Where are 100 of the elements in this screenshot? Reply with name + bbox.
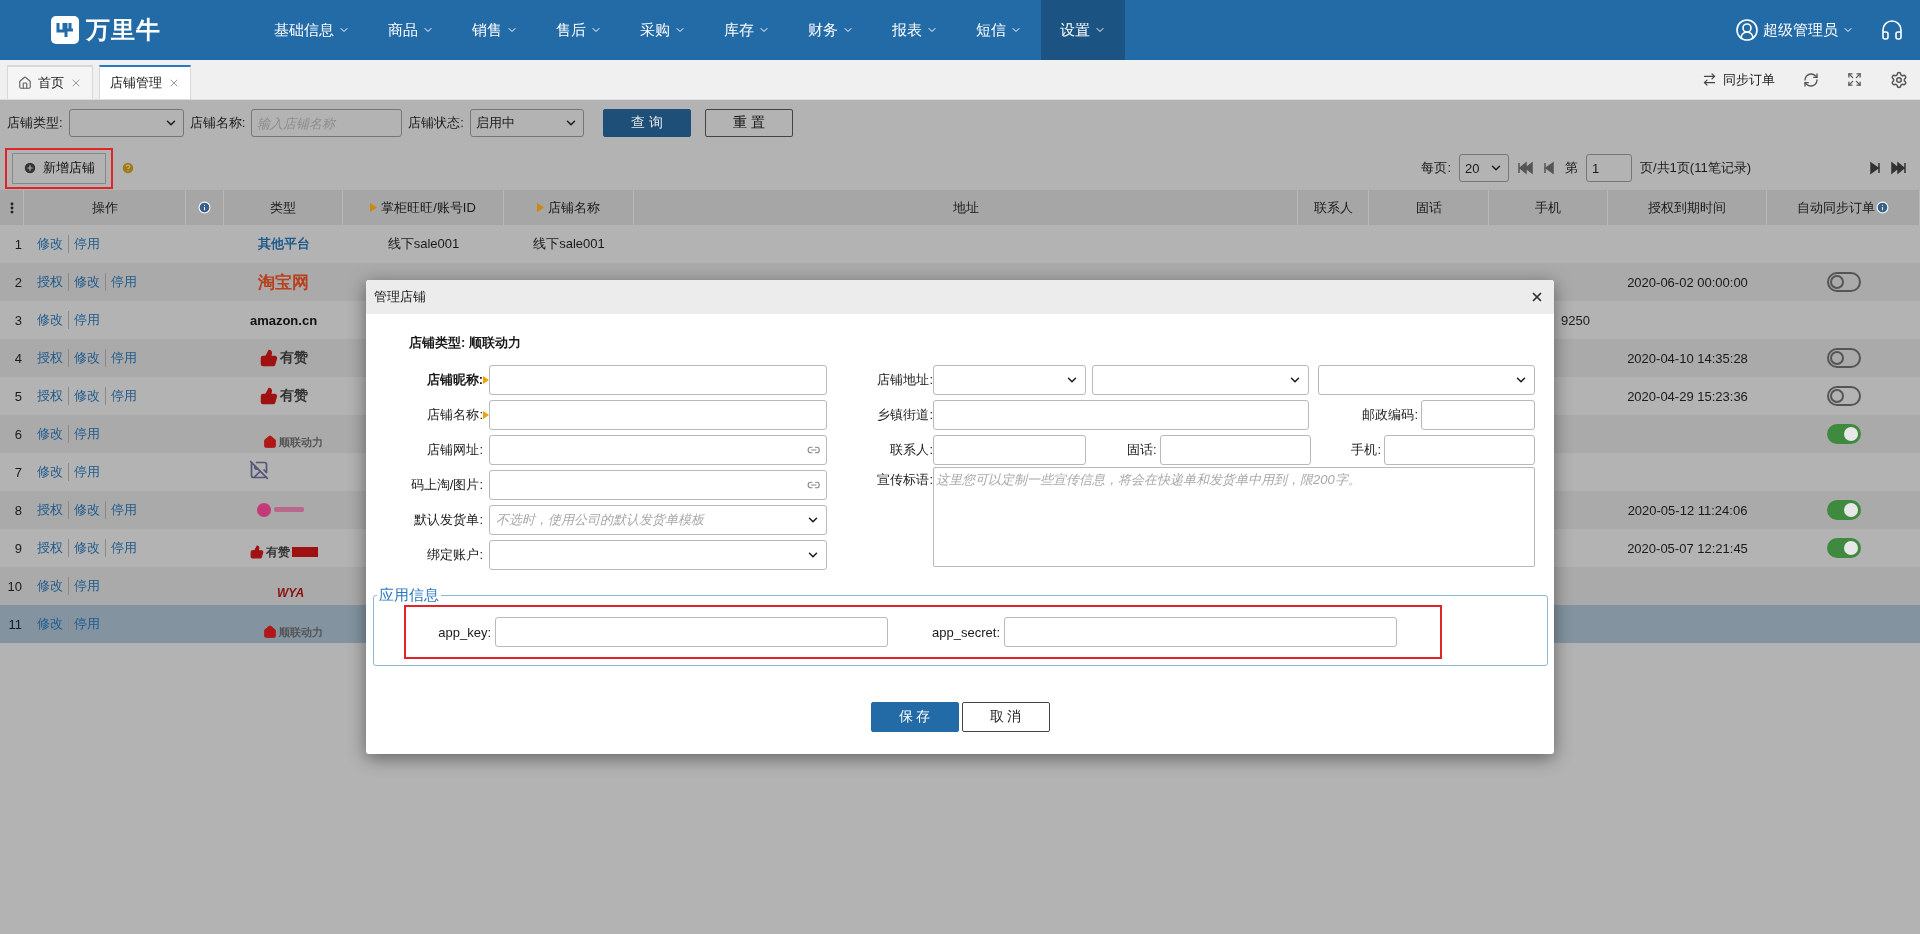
nav-menu-item[interactable]: 售后 <box>537 0 621 60</box>
input-field[interactable] <box>933 399 1309 430</box>
nav-menu-item[interactable]: 短信 <box>957 0 1041 60</box>
input-field[interactable] <box>933 434 1086 465</box>
input-field[interactable] <box>489 434 827 465</box>
column-header[interactable]: 类型 <box>270 198 296 217</box>
input-field[interactable] <box>489 399 827 430</box>
input-field[interactable] <box>1159 434 1311 465</box>
sort-marker-icon <box>370 203 378 212</box>
action-link[interactable]: 修改 <box>68 349 105 367</box>
platform-logo: 顺联动力 <box>278 434 323 450</box>
info-icon[interactable] <box>198 201 211 214</box>
action-link[interactable]: 修改 <box>32 577 68 595</box>
nav-menu-item[interactable]: 采购 <box>621 0 705 60</box>
nav-menu-item[interactable]: 财务 <box>789 0 873 60</box>
dropdown[interactable]: 20 <box>1459 154 1509 182</box>
pager-label: 每页: <box>1421 159 1451 177</box>
dropdown[interactable] <box>933 364 1086 395</box>
toggle-switch[interactable] <box>1826 500 1861 520</box>
action-link[interactable]: 修改 <box>32 311 68 329</box>
column-header[interactable]: 授权到期时间 <box>1648 198 1726 217</box>
action-link[interactable]: 修改 <box>68 387 105 405</box>
user-menu[interactable]: 超级管理员 <box>1735 18 1854 42</box>
action-link[interactable]: 停用 <box>68 425 105 443</box>
action-link[interactable]: 修改 <box>68 539 105 557</box>
dropdown[interactable]: 启用中 <box>469 109 584 137</box>
action-link[interactable]: 授权 <box>32 387 68 405</box>
action-link[interactable]: 停用 <box>105 501 142 519</box>
action-link[interactable]: 授权 <box>32 273 68 291</box>
headset-icon[interactable] <box>1880 18 1904 42</box>
column-header[interactable]: 手机 <box>1535 198 1561 217</box>
group-legend: 应用信息 <box>377 586 441 605</box>
action-link[interactable]: 修改 <box>68 273 105 291</box>
toggle-switch[interactable] <box>1826 424 1861 444</box>
input-field[interactable] <box>495 617 888 647</box>
input-field[interactable] <box>489 364 827 395</box>
action-link[interactable]: 修改 <box>32 463 68 481</box>
dropdown[interactable] <box>68 109 184 137</box>
action-link[interactable]: 停用 <box>105 273 142 291</box>
sync-orders-button[interactable]: 同步订单 <box>1702 70 1775 89</box>
action-link[interactable]: 停用 <box>105 387 142 405</box>
reset-button[interactable]: 重 置 <box>704 109 793 137</box>
table-cell: 2020-04-29 15:23:36 <box>1627 388 1748 404</box>
action-link[interactable]: 授权 <box>32 501 68 519</box>
refresh-icon[interactable] <box>1803 71 1819 88</box>
input-field[interactable] <box>489 469 827 500</box>
query-button[interactable]: 查 询 <box>602 109 691 137</box>
action-link[interactable]: 停用 <box>105 349 142 367</box>
field-label: 店铺网址: <box>426 440 483 459</box>
column-header[interactable]: 固话 <box>1415 198 1442 217</box>
nav-menu-item[interactable]: 报表 <box>873 0 957 60</box>
column-header[interactable]: 自动同步订单 <box>1797 198 1875 217</box>
toggle-switch[interactable] <box>1826 348 1861 368</box>
next-page-icon[interactable] <box>1867 160 1883 176</box>
action-link[interactable]: 停用 <box>68 463 105 481</box>
cancel-button[interactable]: 取 消 <box>961 702 1050 732</box>
nav-menu-item[interactable]: 设置 <box>1041 0 1125 60</box>
dropdown[interactable] <box>489 539 827 570</box>
action-link[interactable]: 停用 <box>68 577 105 595</box>
info-icon[interactable] <box>1876 201 1889 214</box>
sort-marker-icon <box>537 203 544 212</box>
action-link[interactable]: 修改 <box>68 501 105 519</box>
page-tab[interactable]: 首页 <box>7 65 93 99</box>
action-link[interactable]: 授权 <box>32 349 68 367</box>
table-cell: 2020-05-12 11:24:06 <box>1627 502 1748 518</box>
action-link[interactable]: 修改 <box>32 235 68 253</box>
last-page-icon[interactable] <box>1891 160 1907 176</box>
column-header[interactable]: 地址 <box>952 198 979 217</box>
page-tab[interactable]: 店铺管理 <box>99 65 191 99</box>
platform-logo: 有赞 <box>279 349 308 367</box>
action-link[interactable]: 修改 <box>32 425 68 443</box>
first-page-icon[interactable] <box>1517 160 1533 176</box>
help-icon[interactable] <box>121 161 135 175</box>
action-link[interactable]: 授权 <box>32 539 68 557</box>
nav-menu-item[interactable]: 基础信息 <box>255 0 369 60</box>
column-header[interactable]: 店铺名称 <box>548 198 600 217</box>
toggle-switch[interactable] <box>1826 386 1861 406</box>
input-field[interactable] <box>1384 434 1535 465</box>
nav-menu-item[interactable]: 库存 <box>705 0 789 60</box>
previous-page-icon[interactable] <box>1541 160 1557 176</box>
page-number-field[interactable]: 1 <box>1586 154 1632 182</box>
save-button[interactable]: 保 存 <box>870 702 959 732</box>
fullscreen-icon[interactable] <box>1847 72 1862 87</box>
column-header[interactable]: 掌柜旺旺/账号ID <box>381 198 476 217</box>
nav-menu-item[interactable]: 商品 <box>369 0 453 60</box>
column-header[interactable]: 操作 <box>91 198 118 217</box>
input-field[interactable] <box>1004 617 1397 647</box>
action-link[interactable]: 停用 <box>68 311 105 329</box>
dropdown[interactable] <box>1092 364 1309 395</box>
action-link[interactable]: 停用 <box>68 235 105 253</box>
dropdown[interactable] <box>1318 364 1535 395</box>
settings-icon[interactable] <box>1890 70 1908 89</box>
nav-menu-item[interactable]: 销售 <box>453 0 537 60</box>
close-icon[interactable] <box>1530 290 1544 304</box>
action-link[interactable]: 停用 <box>105 539 142 557</box>
toggle-switch[interactable] <box>1826 272 1861 292</box>
column-header[interactable]: 联系人 <box>1313 198 1353 217</box>
toggle-switch[interactable] <box>1826 538 1861 558</box>
input-field[interactable] <box>1421 399 1535 430</box>
add-shop-button[interactable]: 新增店铺 <box>12 152 106 184</box>
